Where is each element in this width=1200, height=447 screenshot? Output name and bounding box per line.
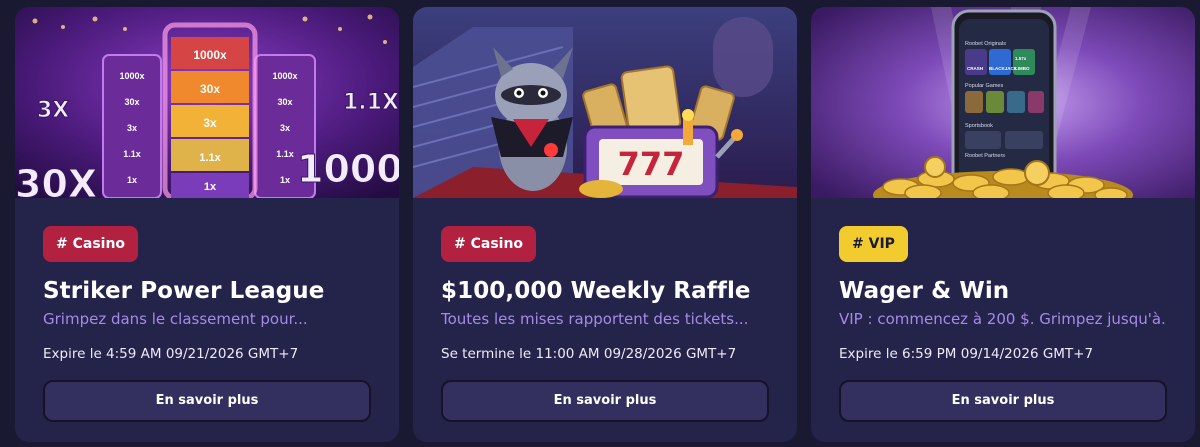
promo-title: Wager & Win bbox=[839, 278, 1010, 304]
promo-title: Striker Power League bbox=[43, 278, 325, 304]
promo-card-wager-win[interactable]: Roobet Originals Popular Games Sportsboo… bbox=[811, 7, 1195, 442]
phone-section3-text: Roobet Partners bbox=[965, 153, 1005, 159]
svg-text:BLACKJACK: BLACKJACK bbox=[989, 66, 1018, 71]
svg-text:1.57x: 1.57x bbox=[1015, 56, 1027, 61]
promo-description: VIP : commencez à 200 $. Grimpez jusqu'à… bbox=[839, 310, 1167, 328]
promo-card-striker[interactable]: 1000x 30x 3x 1.1x 1x 1000x 30x 3x 1.1x 1… bbox=[15, 7, 399, 442]
svg-text:1000x: 1000x bbox=[272, 71, 297, 81]
promo-expiry: Se termine le 11:00 AM 09/28/2026 GMT+7 bbox=[441, 346, 737, 362]
svg-text:3x: 3x bbox=[127, 123, 137, 133]
svg-text:1.1X: 1.1X bbox=[343, 90, 399, 115]
category-tag: # Casino bbox=[43, 226, 139, 262]
promo-description: Grimpez dans le classement pour... bbox=[43, 310, 308, 328]
slot-digits: 777 bbox=[618, 145, 685, 183]
learn-more-button[interactable]: En savoir plus bbox=[441, 380, 769, 422]
banner-image: 1000x 30x 3x 1.1x 1x 1000x 30x 3x 1.1x 1… bbox=[15, 7, 399, 198]
svg-text:30x: 30x bbox=[200, 82, 220, 96]
svg-text:1000x: 1000x bbox=[119, 71, 144, 81]
promo-title: $100,000 Weekly Raffle bbox=[441, 278, 751, 304]
svg-text:30x: 30x bbox=[277, 97, 292, 107]
learn-more-button[interactable]: En savoir plus bbox=[43, 380, 371, 422]
multiplier-center-1000x: 1000x bbox=[193, 48, 227, 62]
phone-header-text: Roobet Originals bbox=[965, 41, 1006, 47]
svg-text:1x: 1x bbox=[204, 181, 217, 193]
svg-text:3x: 3x bbox=[203, 116, 217, 130]
banner-image: 777 bbox=[413, 7, 797, 198]
learn-more-button[interactable]: En savoir plus bbox=[839, 380, 1167, 422]
svg-text:LIMBO: LIMBO bbox=[1015, 66, 1030, 71]
phone-section-text: Popular Games bbox=[965, 83, 1003, 89]
svg-text:1x: 1x bbox=[127, 175, 137, 185]
banner-image: Roobet Originals Popular Games Sportsboo… bbox=[811, 7, 1195, 198]
svg-text:30x: 30x bbox=[124, 97, 139, 107]
category-tag: # Casino bbox=[441, 226, 537, 262]
phone-section2-text: Sportsbook bbox=[965, 123, 993, 129]
promo-description: Toutes les mises rapportent des tickets.… bbox=[441, 310, 749, 328]
svg-text:3X: 3X bbox=[37, 98, 69, 123]
promo-card-raffle[interactable]: 777 # Casino $100,000 Weekly Raffle Tout… bbox=[413, 7, 797, 442]
svg-text:1.1x: 1.1x bbox=[276, 149, 294, 159]
svg-text:1.1x: 1.1x bbox=[123, 149, 141, 159]
svg-text:CRASH: CRASH bbox=[967, 66, 983, 71]
svg-text:3x: 3x bbox=[280, 123, 290, 133]
svg-text:1x: 1x bbox=[280, 175, 290, 185]
svg-text:1000X: 1000X bbox=[297, 147, 399, 191]
svg-text:1.1x: 1.1x bbox=[199, 152, 221, 164]
svg-text:30X: 30X bbox=[15, 162, 97, 198]
promo-expiry: Expire le 6:59 PM 09/14/2026 GMT+7 bbox=[839, 346, 1094, 362]
promo-expiry: Expire le 4:59 AM 09/21/2026 GMT+7 bbox=[43, 346, 299, 362]
category-tag: # VIP bbox=[839, 226, 908, 262]
